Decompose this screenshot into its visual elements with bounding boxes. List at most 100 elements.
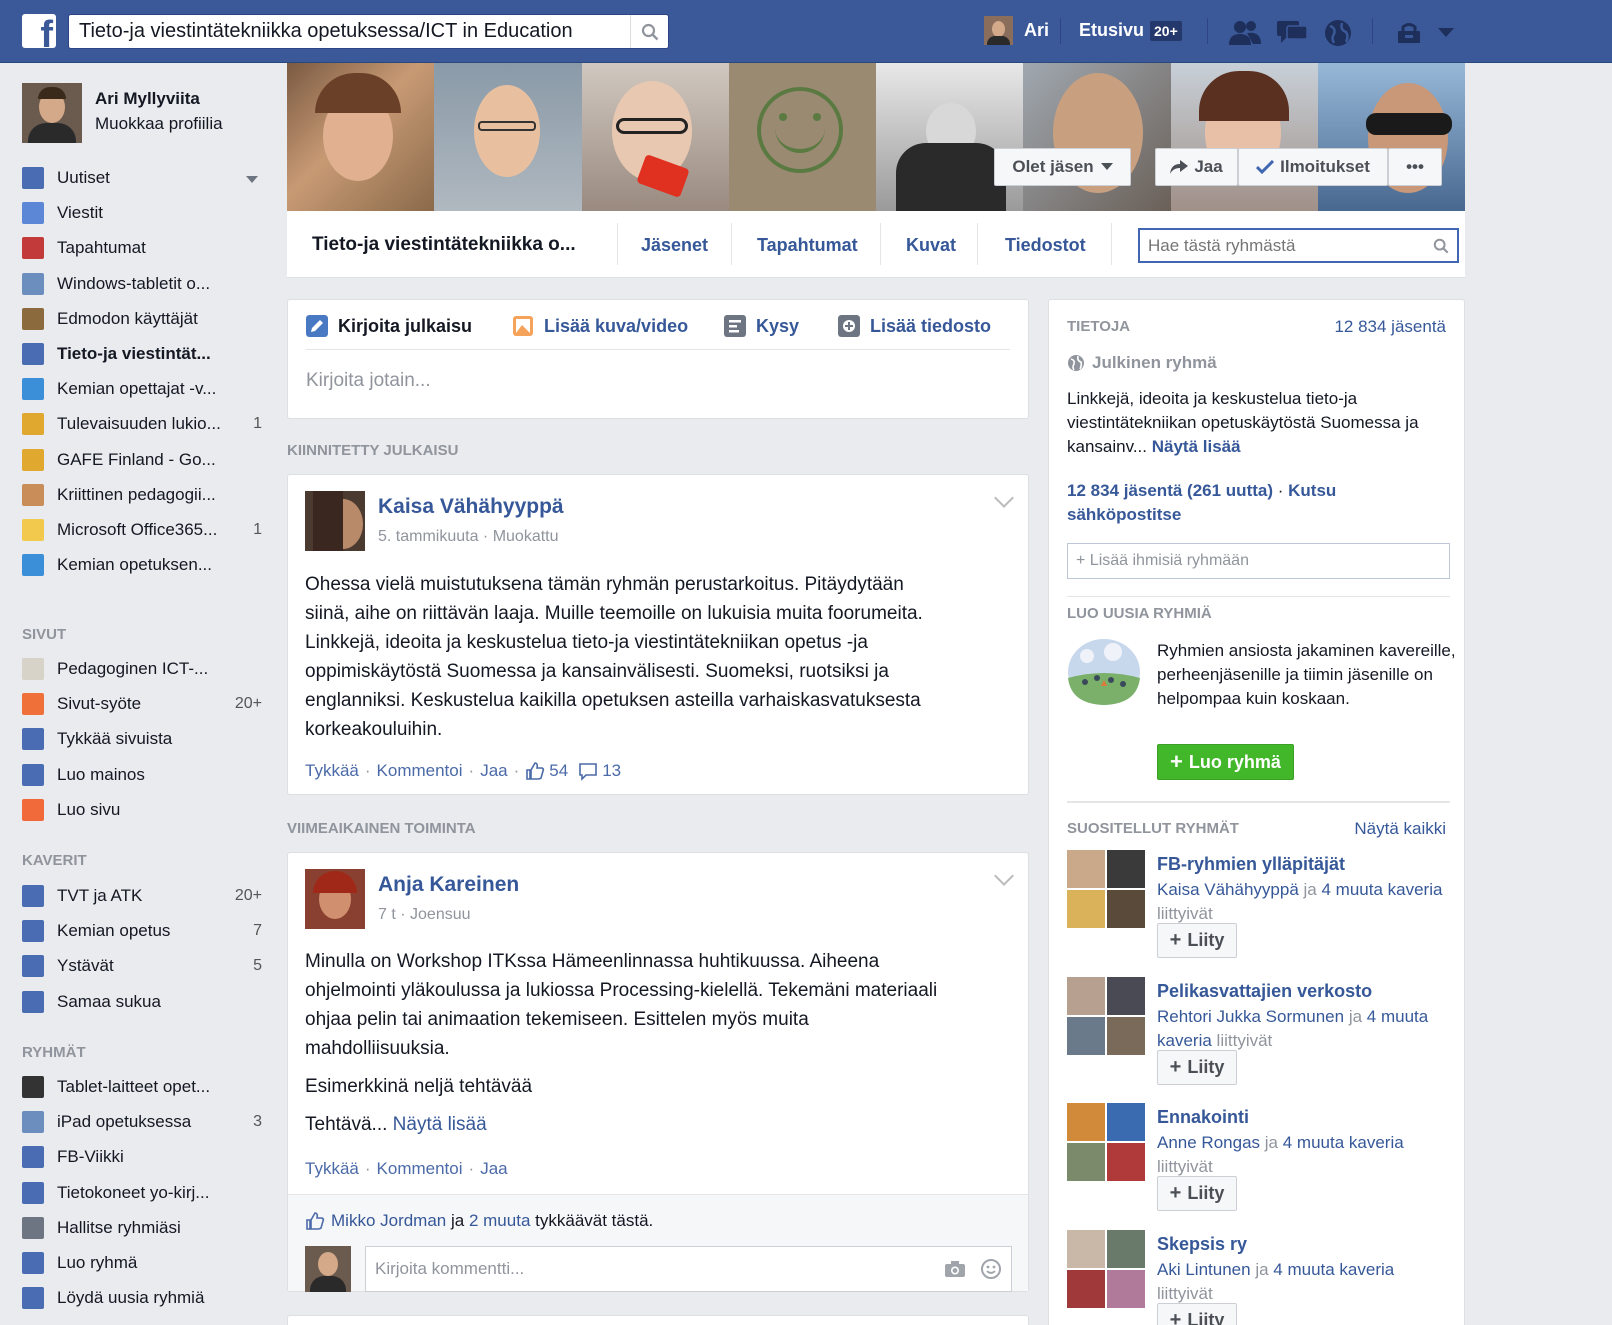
sidebar-item[interactable]: Microsoft Office365... 1 [22, 514, 262, 546]
comment-link[interactable]: Kommentoi [377, 761, 463, 781]
sidebar-item[interactable]: GAFE Finland - Go... [22, 444, 262, 476]
post-options-chevron-icon[interactable] [994, 866, 1014, 886]
sidebar-item[interactable]: Tieto-ja viestintät... [22, 338, 262, 370]
group-search-input[interactable] [1140, 230, 1420, 261]
sidebar-item[interactable]: Luo mainos [22, 759, 262, 791]
emoji-icon[interactable] [980, 1258, 1002, 1280]
account-menu-chevron-icon[interactable] [1437, 27, 1455, 39]
add-people-input[interactable]: + Lisää ihmisiä ryhmään [1067, 543, 1450, 579]
notifications-globe-icon[interactable] [1322, 18, 1354, 48]
tab-files[interactable]: Tiedostot [1005, 235, 1086, 256]
home-link[interactable]: Etusivu 20+ [1079, 20, 1182, 41]
sidebar-item[interactable]: Tablet-laitteet opet... [22, 1071, 262, 1103]
tab-photos[interactable]: Kuvat [906, 235, 956, 256]
sidebar-item[interactable]: Luo ryhmä [22, 1247, 262, 1279]
profile-header[interactable]: Ari Myllyviita Muokkaa profiilia [22, 83, 223, 143]
members-link[interactable]: 12 834 jäsentä [1067, 481, 1182, 500]
tab-events[interactable]: Tapahtumat [757, 235, 858, 256]
search-icon[interactable] [1433, 238, 1449, 254]
like-link[interactable]: Tykkää [305, 1159, 359, 1179]
like-link[interactable]: Tykkää [305, 761, 359, 781]
sidebar-item[interactable]: Viestit [22, 197, 262, 229]
create-group-button[interactable]: + Luo ryhmä [1157, 744, 1294, 780]
share-link[interactable]: Jaa [480, 761, 507, 781]
join-group-button[interactable]: + Liity [1157, 923, 1237, 958]
friend-link[interactable]: Kaisa Vähähyyppä [1157, 880, 1299, 899]
group-member-photos[interactable] [1067, 1229, 1145, 1308]
sidebar-item[interactable]: iPad opetuksessa 3 [22, 1106, 262, 1138]
join-group-button[interactable]: + Liity [1157, 1176, 1237, 1211]
sidebar-item[interactable]: Kemian opetuksen... [22, 549, 262, 581]
comment-link[interactable]: Kommentoi [377, 1159, 463, 1179]
post-author[interactable]: Kaisa Vähähyyppä [378, 495, 564, 519]
sidebar-item[interactable]: TVT ja ATK 20+ [22, 880, 262, 912]
sidebar-item[interactable]: Kemian opetus 7 [22, 915, 262, 947]
chevron-down-icon[interactable] [246, 176, 258, 184]
notifications-button[interactable]: Ilmoitukset [1238, 148, 1388, 186]
sidebar-item[interactable]: Kemian opettajat -v... [22, 373, 262, 405]
global-search-input[interactable] [69, 15, 629, 48]
suggested-group-name[interactable]: FB-ryhmien ylläpitäjät [1157, 854, 1345, 875]
share-group-button[interactable]: Jaa [1155, 148, 1238, 186]
author-avatar[interactable] [305, 869, 365, 929]
post-options-chevron-icon[interactable] [994, 488, 1014, 508]
post-date[interactable]: 5. tammikuuta [378, 528, 478, 545]
see-all-link[interactable]: Näytä kaikki [1354, 819, 1446, 839]
join-group-button[interactable]: + Liity [1157, 1302, 1237, 1325]
search-button[interactable] [630, 15, 668, 48]
comment-count[interactable]: 13 [602, 761, 621, 781]
sidebar-item[interactable]: Tietokoneet yo-kirj... [22, 1177, 262, 1209]
sidebar-item[interactable]: Sivut-syöte 20+ [22, 688, 262, 720]
post-edited[interactable]: Muokattu [493, 528, 559, 545]
like-count[interactable]: 54 [549, 761, 568, 781]
facebook-logo[interactable]: f [22, 14, 56, 48]
post-time[interactable]: 7 t [378, 906, 396, 923]
group-name[interactable]: Tieto-ja viestintätekniikka o... [312, 234, 576, 256]
cover-photo-strip[interactable] [287, 63, 1465, 211]
sidebar-item[interactable]: Uutiset [22, 162, 262, 194]
top-user-link[interactable]: Ari [984, 16, 1049, 45]
friend-requests-icon[interactable] [1227, 18, 1263, 46]
privacy-shortcuts-icon[interactable] [1395, 22, 1423, 44]
liker-name[interactable]: Mikko Jordman [331, 1211, 446, 1231]
sidebar-item[interactable]: Löydä uusia ryhmiä [22, 1282, 262, 1314]
camera-icon[interactable] [944, 1260, 966, 1278]
others-link[interactable]: 4 muuta kaveria [1273, 1260, 1394, 1279]
suggested-group-name[interactable]: Skepsis ry [1157, 1234, 1247, 1255]
profile-avatar[interactable] [22, 83, 82, 143]
join-group-button[interactable]: + Liity [1157, 1049, 1237, 1085]
sidebar-item[interactable]: Luo sivu [22, 794, 262, 826]
composer-tab-photo[interactable]: Lisää kuva/video [512, 315, 688, 337]
sidebar-item[interactable]: Tapahtumat [22, 232, 262, 264]
composer-tab-file[interactable]: Lisää tiedosto [838, 315, 991, 337]
see-more-link[interactable]: Näytä lisää [393, 1114, 487, 1135]
edit-profile-link[interactable]: Muokkaa profiilia [95, 114, 223, 134]
profile-name[interactable]: Ari Myllyviita [95, 89, 223, 109]
more-options-button[interactable]: ••• [1388, 148, 1442, 186]
others-link[interactable]: 4 muuta kaveria [1321, 880, 1442, 899]
author-avatar[interactable] [305, 491, 365, 551]
group-member-photos[interactable] [1067, 976, 1145, 1055]
others-link[interactable]: 4 muuta kaveria [1283, 1133, 1404, 1152]
suggested-group-name[interactable]: Pelikasvattajien verkosto [1157, 981, 1372, 1002]
friend-link[interactable]: Anne Rongas [1157, 1133, 1260, 1152]
sidebar-item[interactable]: Tulevaisuuden lukio... 1 [22, 408, 262, 440]
member-count-link[interactable]: 12 834 jäsentä [1334, 317, 1446, 337]
post-location[interactable]: Joensuu [410, 906, 471, 923]
sidebar-item[interactable]: Pedagoginen ICT-... [22, 653, 262, 685]
composer-input[interactable]: Kirjoita jotain... [306, 370, 431, 392]
sidebar-item[interactable]: Edmodon käyttäjät [22, 303, 262, 335]
new-members-link[interactable]: (261 uutta) [1187, 481, 1273, 500]
post-author[interactable]: Anja Kareinen [378, 873, 519, 897]
likers-more-link[interactable]: 2 muuta [469, 1211, 530, 1231]
share-link[interactable]: Jaa [480, 1159, 507, 1179]
messages-icon[interactable] [1275, 18, 1309, 46]
suggested-group-name[interactable]: Ennakointi [1157, 1107, 1249, 1128]
sidebar-item[interactable]: Windows-tabletit o... [22, 268, 262, 300]
joined-button[interactable]: Olet jäsen [994, 148, 1131, 186]
sidebar-item[interactable]: Hallitse ryhmiäsi [22, 1212, 262, 1244]
friend-link[interactable]: Rehtori Jukka Sormunen [1157, 1007, 1344, 1026]
group-member-photos[interactable] [1067, 850, 1145, 928]
group-member-photos[interactable] [1067, 1103, 1145, 1181]
sidebar-item[interactable]: Tykkää sivuista [22, 723, 262, 755]
